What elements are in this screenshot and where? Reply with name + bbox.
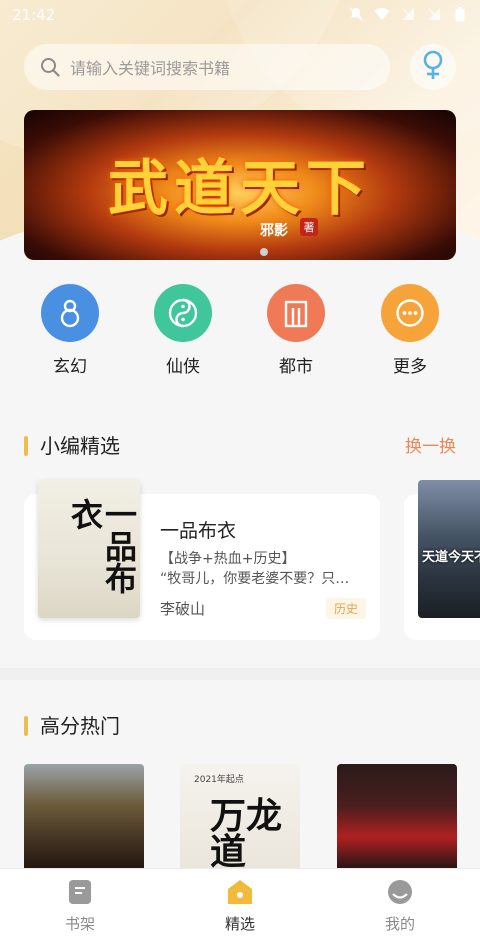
search-input[interactable]: 请输入关键词搜索书籍 <box>24 44 390 90</box>
tab-label: 书架 <box>64 915 95 933</box>
hot-book-list: 2021年起点 万龙道 <box>0 764 480 868</box>
gourd-icon <box>41 284 99 342</box>
category-badge: 历史 <box>325 598 366 619</box>
tab-label: 精选 <box>224 915 255 933</box>
gender-switch-button[interactable] <box>410 44 456 90</box>
tab-profile[interactable]: 我的 <box>340 879 460 934</box>
cover-title: 天道今天不 <box>422 550 480 565</box>
female-icon <box>422 50 444 84</box>
book-cover: 一品布衣 <box>38 480 140 618</box>
mute-icon <box>348 6 364 22</box>
promo-banner[interactable]: 武道天下 邪影 著 <box>24 110 456 260</box>
tab-label: 我的 <box>384 915 415 933</box>
category-xuanhuan[interactable]: 玄幻 <box>30 284 110 377</box>
banner-stamp: 著 <box>300 218 318 236</box>
book-title: 一品布衣 <box>160 520 237 542</box>
section-accent-bar <box>24 436 28 456</box>
cover-title: 万龙道 <box>210 795 283 868</box>
building-icon <box>267 284 325 342</box>
bookshelf-icon <box>67 879 93 905</box>
profile-icon <box>387 879 413 905</box>
category-dushi[interactable]: 都市 <box>256 284 336 377</box>
battery-icon <box>452 6 468 22</box>
book-tags: 【战争+热血+历史】 <box>160 551 296 567</box>
category-grid: 玄幻 仙侠 都市 更多 <box>0 284 480 384</box>
featured-book-card[interactable]: 天道今天不 <box>404 480 480 640</box>
section-accent-bar <box>24 716 28 736</box>
featured-book-card[interactable]: 一品布衣 一品布衣 【战争+热血+历史】 “牧哥儿，你要老婆不要？只… 李破山 … <box>24 480 380 640</box>
banner-title: 武道天下 <box>108 154 372 224</box>
more-icon <box>381 284 439 342</box>
category-label: 玄幻 <box>53 357 87 377</box>
category-label: 仙侠 <box>166 357 200 377</box>
category-label: 都市 <box>279 357 313 377</box>
book-description: “牧哥儿，你要老婆不要？只… <box>160 571 350 587</box>
banner-page-indicator <box>260 248 268 256</box>
editor-pick-header: 小编精选 换一换 <box>24 430 456 460</box>
book-cover[interactable] <box>337 764 457 868</box>
search-placeholder: 请输入关键词搜索书籍 <box>70 59 231 78</box>
status-time: 21:42 <box>12 6 56 24</box>
search-icon <box>40 57 60 77</box>
book-author: 李破山 <box>160 600 206 618</box>
signal-icon <box>400 6 416 22</box>
bottom-tab-bar: 书架 精选 我的 <box>0 868 480 941</box>
refresh-button[interactable]: 换一换 <box>405 432 456 457</box>
category-xianxia[interactable]: 仙侠 <box>143 284 223 377</box>
banner-author: 邪影 <box>260 223 288 239</box>
section-title: 高分热门 <box>40 714 120 738</box>
book-cover: 天道今天不 <box>418 480 480 618</box>
hot-section-header: 高分热门 <box>24 710 456 740</box>
tab-featured[interactable]: 精选 <box>180 879 300 934</box>
book-cover[interactable]: 2021年起点 万龙道 <box>180 764 300 868</box>
section-divider <box>0 668 480 680</box>
signal-icon <box>426 6 442 22</box>
category-more[interactable]: 更多 <box>370 284 450 377</box>
section-title: 小编精选 <box>40 434 120 458</box>
cover-publisher: 2021年起点 <box>194 775 244 785</box>
status-bar: 21:42 <box>0 0 480 32</box>
category-label: 更多 <box>393 357 427 377</box>
book-cover[interactable] <box>24 764 144 868</box>
yin-yang-icon <box>154 284 212 342</box>
cover-title: 一品布衣 <box>66 498 138 594</box>
tab-bookshelf[interactable]: 书架 <box>20 879 140 934</box>
home-icon <box>227 879 253 905</box>
wifi-icon <box>374 6 390 22</box>
